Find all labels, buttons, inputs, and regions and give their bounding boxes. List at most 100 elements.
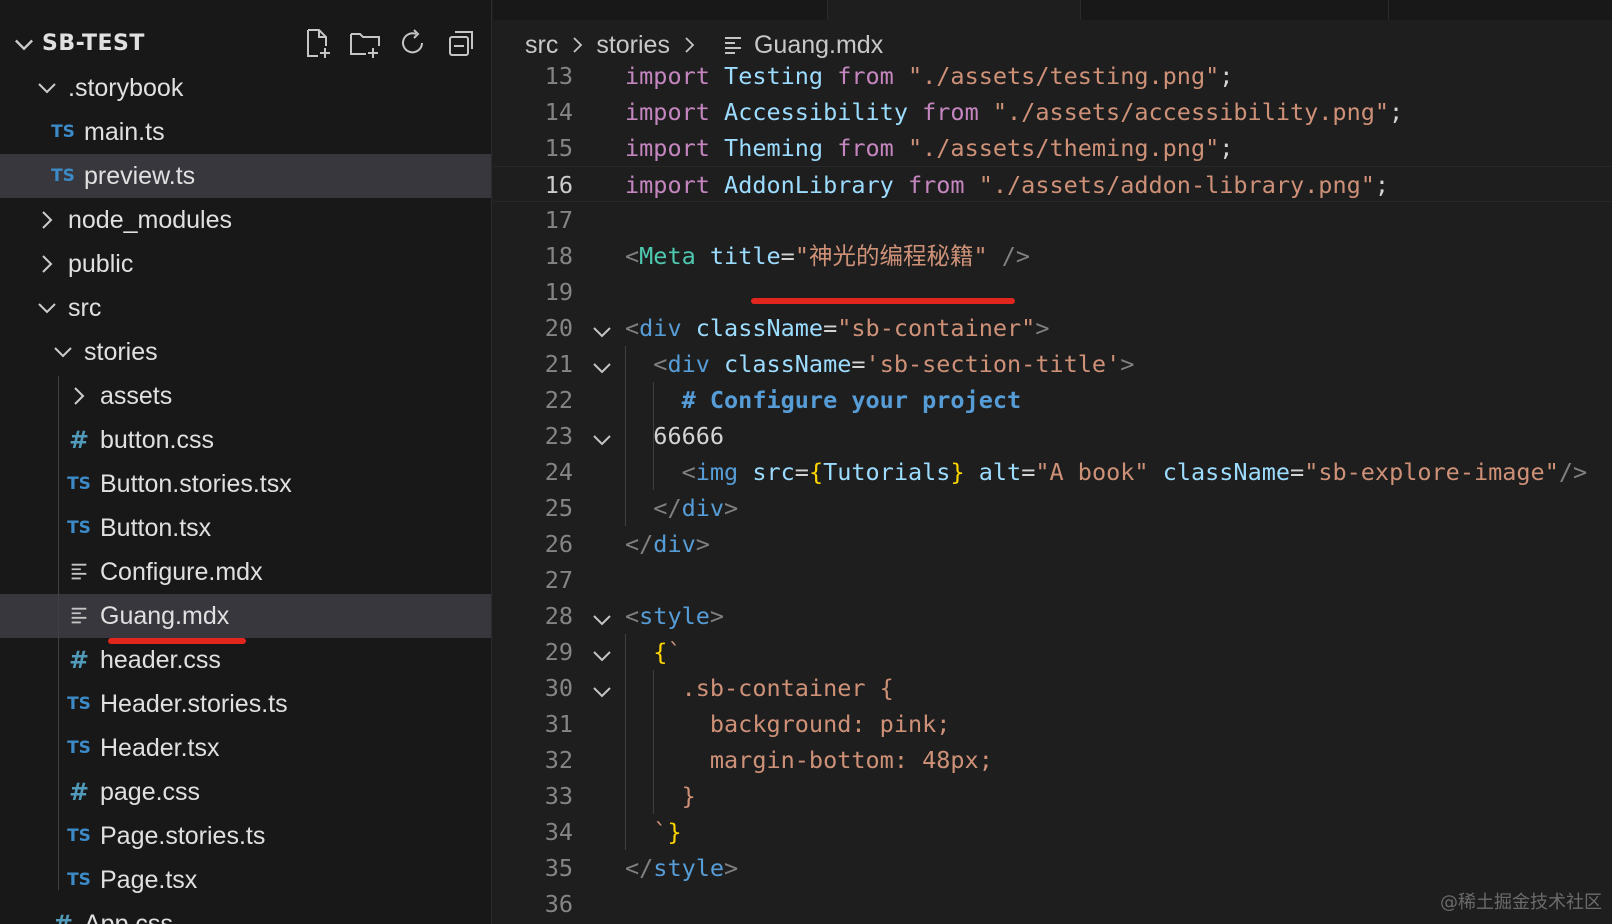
breadcrumb-item-file[interactable]: Guang.mdx: [754, 31, 883, 60]
chevron-down-icon[interactable]: [35, 76, 59, 100]
line-number: 35: [544, 854, 573, 882]
tree-item-label: main.ts: [84, 118, 165, 146]
explorer-header[interactable]: SB-TEST: [0, 22, 491, 66]
tree-folder[interactable]: node_modules: [0, 198, 491, 242]
line-number: 16: [544, 171, 573, 199]
code-line[interactable]: 35 </style>: [493, 850, 1612, 886]
chevron-down-icon[interactable]: [51, 340, 75, 364]
new-file-icon[interactable]: [300, 26, 334, 60]
tree-file[interactable]: TS Header.stories.ts: [0, 682, 491, 726]
typescript-file-icon: TS: [67, 518, 91, 538]
code-token: >: [1120, 350, 1135, 378]
breadcrumb-item-stories[interactable]: stories: [596, 31, 670, 60]
code-line[interactable]: 14 import Accessibility from "./assets/ac…: [493, 94, 1612, 130]
code-text: <div className='sb-section-title'>: [625, 346, 1134, 382]
code-token: className: [695, 314, 824, 342]
tree-file[interactable]: # App.css: [0, 902, 491, 924]
tree-file[interactable]: TS Header.tsx: [0, 726, 491, 770]
code-token: =: [1290, 458, 1305, 486]
code-line[interactable]: 19: [493, 274, 1612, 310]
code-line[interactable]: 28 <style>: [493, 598, 1612, 634]
code-line[interactable]: 17: [493, 202, 1612, 238]
code-line[interactable]: 21 <div className='sb-section-title'>: [493, 346, 1612, 382]
code-line[interactable]: 13 import Testing from "./assets/testing.…: [493, 58, 1612, 94]
fold-chevron-icon[interactable]: [591, 605, 613, 627]
code-text: # Configure your project: [625, 382, 1022, 418]
tree-file[interactable]: # page.css: [0, 770, 491, 814]
code-line[interactable]: 24 <img src={Tutorials} alt="A book" cla…: [493, 454, 1612, 490]
code-text: {`: [625, 634, 681, 670]
tree-item-label: Page.stories.ts: [100, 822, 266, 850]
line-number: 23: [544, 422, 573, 450]
code-line[interactable]: 34 `}: [493, 814, 1612, 850]
tree-folder[interactable]: assets: [0, 374, 491, 418]
tree-file[interactable]: TS Page.stories.ts: [0, 814, 491, 858]
fold-chevron-icon[interactable]: [591, 641, 613, 663]
chevron-right-icon[interactable]: [35, 252, 59, 276]
tree-file[interactable]: TS Page.tsx: [0, 858, 491, 902]
code-line[interactable]: 32 margin-bottom: 48px;: [493, 742, 1612, 778]
new-folder-icon[interactable]: [348, 26, 382, 60]
code-text: margin-bottom: 48px;: [625, 742, 993, 778]
code-line[interactable]: 23 66666: [493, 418, 1612, 454]
fold-chevron-icon[interactable]: [591, 677, 613, 699]
code-line[interactable]: 25 </div>: [493, 490, 1612, 526]
code-token: ;: [1389, 98, 1404, 126]
line-number: 13: [544, 62, 573, 90]
code-line[interactable]: 18 <Meta title="神光的编程秘籍" />: [493, 238, 1612, 274]
code-line[interactable]: 33 }: [493, 778, 1612, 814]
chevron-down-icon[interactable]: [35, 296, 59, 320]
fold-chevron-icon[interactable]: [591, 317, 613, 339]
code-text: import Testing from "./assets/testing.pn…: [625, 58, 1233, 94]
tree-file[interactable]: # button.css: [0, 418, 491, 462]
code-token: "./assets/theming.png": [907, 134, 1220, 162]
code-token: img: [695, 458, 753, 486]
chevron-right-icon[interactable]: [35, 208, 59, 232]
code-token: import: [625, 134, 725, 162]
refresh-icon[interactable]: [396, 26, 430, 60]
css-file-icon: #: [68, 426, 90, 454]
tree-file[interactable]: TS Button.stories.tsx: [0, 462, 491, 506]
tree-folder[interactable]: public: [0, 242, 491, 286]
code-line[interactable]: 27: [493, 562, 1612, 598]
collapse-all-icon[interactable]: [444, 26, 478, 60]
code-line[interactable]: 16 import AddonLibrary from "./assets/add…: [493, 166, 1612, 202]
code-text: </div>: [625, 526, 710, 562]
code-token: from: [922, 98, 993, 126]
tab-active[interactable]: [827, 0, 1081, 20]
code-token: >: [695, 530, 710, 558]
code-line[interactable]: 26 </div>: [493, 526, 1612, 562]
code-line[interactable]: 31 background: pink;: [493, 706, 1612, 742]
typescript-file-icon: TS: [51, 122, 75, 142]
tree-file[interactable]: Configure.mdx: [0, 550, 491, 594]
tree-folder[interactable]: src: [0, 286, 491, 330]
code-token: =: [780, 242, 795, 270]
workspace-title: SB-TEST: [42, 31, 145, 56]
code-token: =: [1021, 458, 1036, 486]
code-line[interactable]: 30 .sb-container {: [493, 670, 1612, 706]
tree-folder[interactable]: stories: [0, 330, 491, 374]
fold-chevron-icon[interactable]: [591, 425, 613, 447]
line-number: 24: [544, 458, 573, 486]
chevron-down-icon[interactable]: [10, 30, 38, 58]
code-token: </: [625, 530, 654, 558]
breadcrumb-item-src[interactable]: src: [525, 31, 558, 60]
tree-file[interactable]: TS Button.tsx: [0, 506, 491, 550]
tree-folder[interactable]: .storybook: [0, 66, 491, 110]
code-line[interactable]: 15 import Theming from "./assets/theming.…: [493, 130, 1612, 166]
tree-file[interactable]: TS main.ts: [0, 110, 491, 154]
code-token: "sb-container": [837, 314, 1036, 342]
tree-file[interactable]: TS preview.ts: [0, 154, 491, 198]
chevron-right-icon[interactable]: [67, 384, 91, 408]
code-line[interactable]: 22 # Configure your project: [493, 382, 1612, 418]
line-number: 36: [544, 890, 573, 918]
line-number: 33: [544, 782, 573, 810]
code-token: {: [808, 458, 824, 486]
code-line[interactable]: 29 {`: [493, 634, 1612, 670]
code-line[interactable]: 20 <div className="sb-container">: [493, 310, 1612, 346]
tree-file[interactable]: Guang.mdx: [0, 594, 491, 638]
fold-chevron-icon[interactable]: [591, 353, 613, 375]
tree-file[interactable]: # header.css: [0, 638, 491, 682]
code-text: import Accessibility from "./assets/acce…: [625, 94, 1403, 130]
